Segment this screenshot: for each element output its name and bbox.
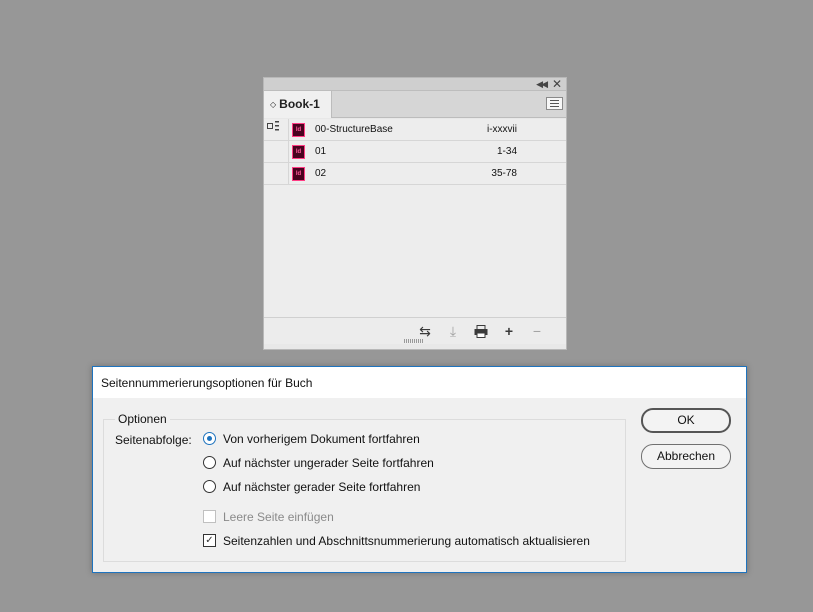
page-numbering-options-dialog: Seitennummerierungsoptionen für Buch Opt… — [92, 366, 747, 573]
panel-bottom-toolbar: ⇆ ⤓ + − — [264, 317, 566, 344]
radio-label: Von vorherigem Dokument fortfahren — [223, 432, 420, 446]
dialog-title: Seitennummerierungsoptionen für Buch — [101, 376, 313, 390]
checkmark-icon[interactable]: ✓ — [203, 534, 216, 547]
close-icon[interactable]: ✕ — [552, 77, 562, 91]
tab-book[interactable]: ◇ Book-1 — [264, 91, 332, 118]
panel-menu-button[interactable] — [546, 97, 563, 110]
book-panel: ◀◀ ✕ ◇ Book-1 Id 00-StructureBase i-xxxv… — [263, 77, 567, 350]
list-item[interactable]: Id 02 35-78 — [264, 163, 566, 185]
panel-menu-icon — [550, 100, 559, 101]
radio-label: Auf nächster ungerader Seite fortfahren — [223, 456, 434, 470]
options-group-label: Optionen — [115, 412, 170, 426]
checkbox[interactable] — [203, 510, 216, 523]
list-item[interactable]: Id 01 1-34 — [264, 141, 566, 163]
document-name: 01 — [315, 146, 327, 157]
indesign-file-icon: Id — [292, 167, 305, 181]
tab-label: Book-1 — [279, 97, 320, 111]
plus-icon[interactable]: + — [500, 323, 518, 339]
minus-icon[interactable]: − — [528, 323, 546, 339]
radio-button[interactable] — [203, 456, 216, 469]
page-range: i-xxxvii — [487, 124, 517, 135]
document-name: 00-StructureBase — [315, 124, 393, 135]
document-name: 02 — [315, 168, 327, 179]
checkbox-label: Seitenzahlen und Abschnittsnummerierung … — [223, 534, 590, 548]
style-source-icon[interactable] — [267, 119, 285, 141]
panel-title-bar[interactable]: ◀◀ ✕ — [264, 77, 566, 91]
synchronize-icon[interactable]: ⇆ — [416, 323, 434, 339]
cancel-button[interactable]: Abbrechen — [641, 444, 731, 469]
book-document-list: Id 00-StructureBase i-xxxvii Id 01 1-34 … — [264, 119, 566, 317]
radio-button[interactable] — [203, 480, 216, 493]
checkbox-label: Leere Seite einfügen — [223, 510, 334, 524]
panel-tab-bar: ◇ Book-1 — [264, 91, 566, 118]
print-icon[interactable] — [472, 323, 490, 339]
double-chevron-left-icon[interactable]: ◀◀ — [536, 79, 548, 90]
indesign-file-icon: Id — [292, 145, 305, 159]
resize-grip[interactable] — [404, 339, 424, 343]
save-icon[interactable]: ⤓ — [444, 323, 462, 339]
up-down-arrow-icon: ◇ — [270, 100, 277, 109]
ok-button[interactable]: OK — [641, 408, 731, 433]
radio-label: Auf nächster gerader Seite fortfahren — [223, 480, 421, 494]
radio-button[interactable] — [203, 432, 216, 445]
indesign-file-icon: Id — [292, 123, 305, 137]
list-item[interactable]: Id 00-StructureBase i-xxxvii — [264, 119, 566, 141]
page-range: 1-34 — [496, 146, 517, 157]
page-range: 35-78 — [491, 168, 517, 179]
dialog-title-bar[interactable]: Seitennummerierungsoptionen für Buch — [93, 367, 746, 398]
page-sequence-label: Seitenabfolge: — [115, 433, 192, 447]
